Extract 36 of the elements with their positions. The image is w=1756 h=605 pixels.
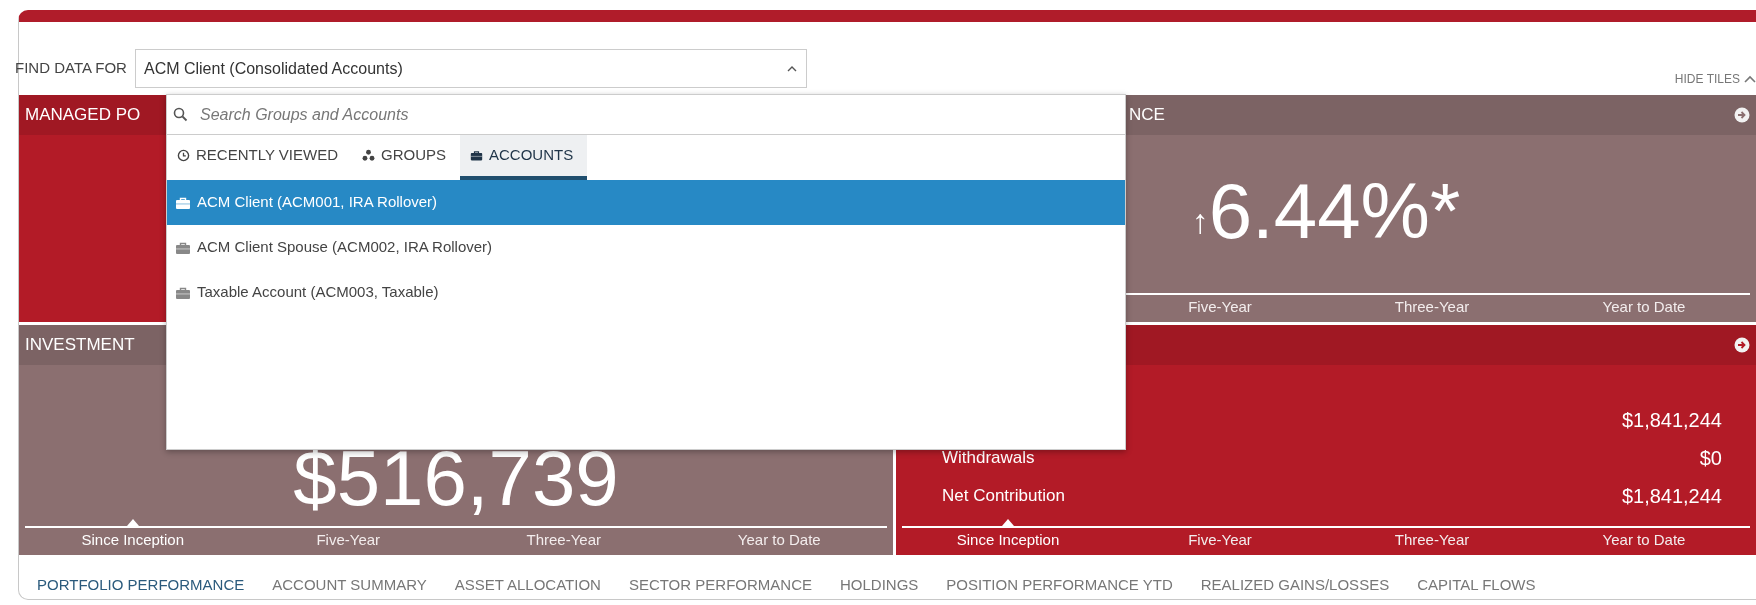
flow-label: Net Contribution xyxy=(942,485,1065,508)
briefcase-icon xyxy=(175,285,191,300)
hide-tiles-link[interactable]: HIDE TILES xyxy=(1674,62,1756,95)
nav-link[interactable]: ACCOUNT SUMMARY xyxy=(272,573,427,597)
trend-arrow: ↑ xyxy=(1191,201,1209,242)
flow-label: Withdrawals xyxy=(942,447,1035,470)
dropdown-tab[interactable]: ACCOUNTS xyxy=(460,135,588,180)
account-option[interactable]: ACM Client Spouse (ACM002, IRA Rollover) xyxy=(167,225,1125,270)
tile-title: MANAGED PO xyxy=(25,104,141,127)
nav-link[interactable]: SECTOR PERFORMANCE xyxy=(628,573,812,597)
big-value: 6.44%* xyxy=(1208,171,1461,250)
dropdown-tab[interactable]: GROUPS xyxy=(352,135,460,180)
flow-value: $1,841,244 xyxy=(1621,408,1722,433)
nav-link[interactable]: CAPITAL FLOWS xyxy=(1417,573,1536,597)
find-data-label: FIND DATA FOR xyxy=(15,58,127,79)
briefcase-icon xyxy=(175,195,191,210)
nav-link[interactable]: HOLDINGS xyxy=(839,573,919,597)
flow-value: $1,841,244 xyxy=(1621,484,1722,509)
briefcase-icon xyxy=(175,240,191,255)
briefcase-icon xyxy=(470,149,483,162)
search-field[interactable]: Search Groups and Accounts xyxy=(198,101,1125,128)
clock-icon xyxy=(177,149,190,162)
nav-link[interactable]: ASSET ALLOCATION xyxy=(454,573,601,597)
tile-title: NCE xyxy=(1129,104,1165,127)
nav-link[interactable]: POSITION PERFORMANCE YTD xyxy=(946,573,1173,597)
search-icon xyxy=(173,107,188,122)
nav-link[interactable]: PORTFOLIO PERFORMANCE xyxy=(37,573,245,597)
flow-value: $0 xyxy=(1699,446,1722,471)
chevron-up-icon xyxy=(1744,73,1756,84)
account-option[interactable]: ACM Client (ACM001, IRA Rollover) xyxy=(167,180,1125,225)
people-icon xyxy=(362,149,375,162)
dropdown-tab[interactable]: RECENTLY VIEWED xyxy=(167,135,352,180)
account-select[interactable]: ACM Client (Consolidated Accounts) xyxy=(134,49,807,88)
nav-link[interactable]: REALIZED GAINS/LOSSES xyxy=(1200,573,1390,597)
big-value: $516,739 xyxy=(293,439,619,517)
tile-title: INVESTMENT xyxy=(25,334,135,357)
